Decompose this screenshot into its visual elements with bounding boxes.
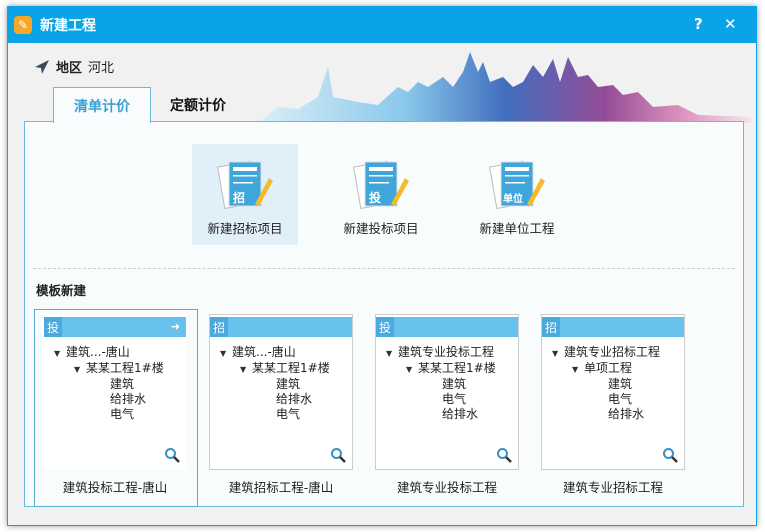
close-button[interactable]: ✕ bbox=[724, 15, 737, 33]
template-name: 建筑招标工程-唐山 bbox=[228, 480, 334, 495]
template-tree: ▼ 建筑专业投标工程 ▼ 某某工程1#楼 建筑 电气 给排水 bbox=[376, 337, 518, 422]
dialog-title: 新建工程 bbox=[40, 18, 96, 34]
collapse-icon[interactable]: ▼ bbox=[74, 362, 86, 377]
tree-node: 给排水 bbox=[276, 392, 313, 406]
help-button[interactable]: ? bbox=[694, 15, 703, 33]
template-tree: ▼ 建筑...-唐山 ▼ 某某工程1#楼 建筑 给排水 电气 bbox=[210, 337, 352, 422]
pin-icon[interactable]: ➜ bbox=[171, 320, 180, 333]
title-bar: ✎ 新建工程 bbox=[8, 7, 756, 43]
tree-node: 单项工程 bbox=[584, 361, 633, 375]
template-card[interactable]: 招 ▼ 建筑专业招标工程 ▼ 单项工程 建筑 电气 给排水 bbox=[541, 314, 685, 470]
template-header: 投 bbox=[376, 317, 518, 337]
tree-node: 建筑专业招标工程 bbox=[564, 345, 661, 359]
template-tag: 投 bbox=[376, 317, 394, 337]
collapse-icon[interactable]: ▼ bbox=[220, 346, 232, 361]
preview-magnifier-icon[interactable] bbox=[330, 447, 346, 463]
tender-document-icon: 招 bbox=[217, 160, 273, 210]
preview-magnifier-icon[interactable] bbox=[662, 447, 678, 463]
tree-node: 建筑 bbox=[276, 377, 301, 391]
new-bid-project-button[interactable]: 投 新建投标项目 bbox=[328, 144, 434, 245]
template-tree: ▼ 建筑专业招标工程 ▼ 单项工程 建筑 电气 给排水 bbox=[542, 337, 684, 422]
template-header: 投 ➜ bbox=[44, 317, 186, 337]
svg-text:投: 投 bbox=[369, 190, 381, 205]
template-tag: 投 bbox=[44, 317, 62, 337]
template-header: 招 bbox=[210, 317, 352, 337]
template-name: 建筑专业招标工程 bbox=[562, 480, 663, 495]
new-tender-project-label: 新建招标项目 bbox=[207, 221, 283, 236]
template-section-title: 模板新建 bbox=[36, 283, 87, 298]
preview-magnifier-icon[interactable] bbox=[164, 447, 180, 463]
collapse-icon[interactable]: ▼ bbox=[240, 362, 252, 377]
collapse-icon[interactable]: ▼ bbox=[406, 362, 418, 377]
tree-node: 建筑 bbox=[110, 377, 135, 391]
app-logo-icon: ✎ bbox=[14, 16, 32, 34]
svg-text:单位: 单位 bbox=[503, 192, 523, 205]
collapse-icon[interactable]: ▼ bbox=[54, 346, 66, 361]
tree-node: 建筑 bbox=[608, 377, 633, 391]
new-project-dialog: ✎ 新建工程 ? ✕ 地区 河北 清单计价 定额计价 招 新建招标项目 投 新建… bbox=[7, 6, 757, 526]
tree-node: 建筑...-唐山 bbox=[232, 345, 296, 359]
template-card[interactable]: 招 ▼ 建筑...-唐山 ▼ 某某工程1#楼 建筑 给排水 电气 bbox=[209, 314, 353, 470]
template-name: 建筑专业投标工程 bbox=[396, 480, 497, 495]
unit-document-icon: 单位 bbox=[489, 160, 545, 210]
tree-node: 某某工程1#楼 bbox=[252, 361, 330, 375]
template-name: 建筑投标工程-唐山 bbox=[62, 480, 168, 495]
tree-node: 建筑...-唐山 bbox=[66, 345, 130, 359]
collapse-icon[interactable]: ▼ bbox=[386, 346, 398, 361]
tree-node: 电气 bbox=[442, 392, 467, 406]
region-label: 地区 bbox=[56, 61, 83, 76]
region-selector[interactable]: 地区 河北 bbox=[34, 57, 114, 76]
bid-document-icon: 投 bbox=[353, 160, 409, 210]
tree-node: 给排水 bbox=[110, 392, 147, 406]
tree-node: 电气 bbox=[276, 407, 301, 421]
svg-text:招: 招 bbox=[233, 190, 245, 205]
tree-node: 给排水 bbox=[442, 407, 479, 421]
tree-node: 电气 bbox=[110, 407, 135, 421]
tree-node: 电气 bbox=[608, 392, 633, 406]
tree-node: 建筑专业投标工程 bbox=[398, 345, 495, 359]
tab-bill-pricing[interactable]: 清单计价 bbox=[53, 87, 151, 123]
new-tender-project-button[interactable]: 招 新建招标项目 bbox=[192, 144, 298, 245]
divider bbox=[33, 268, 735, 269]
new-unit-project-button[interactable]: 单位 新建单位工程 bbox=[464, 144, 570, 245]
template-header: 招 bbox=[542, 317, 684, 337]
new-unit-project-label: 新建单位工程 bbox=[479, 221, 555, 236]
collapse-icon[interactable]: ▼ bbox=[572, 362, 584, 377]
tree-node: 建筑 bbox=[442, 377, 467, 391]
template-card[interactable]: 投 ➜ ▼ 建筑...-唐山 ▼ 某某工程1#楼 建筑 给排水 电气 bbox=[43, 314, 187, 470]
tree-node: 某某工程1#楼 bbox=[86, 361, 164, 375]
template-card[interactable]: 投 ▼ 建筑专业投标工程 ▼ 某某工程1#楼 建筑 电气 给排水 bbox=[375, 314, 519, 470]
collapse-icon[interactable]: ▼ bbox=[552, 346, 564, 361]
city-skyline-banner bbox=[258, 52, 753, 123]
preview-magnifier-icon[interactable] bbox=[496, 447, 512, 463]
tab-quota-pricing[interactable]: 定额计价 bbox=[158, 87, 238, 122]
template-tree: ▼ 建筑...-唐山 ▼ 某某工程1#楼 建筑 给排水 电气 bbox=[44, 337, 186, 422]
region-value: 河北 bbox=[88, 61, 115, 76]
template-tag: 招 bbox=[210, 317, 228, 337]
location-arrow-icon bbox=[35, 59, 49, 74]
new-bid-project-label: 新建投标项目 bbox=[343, 221, 419, 236]
tree-node: 某某工程1#楼 bbox=[418, 361, 496, 375]
template-tag: 招 bbox=[542, 317, 560, 337]
tree-node: 给排水 bbox=[608, 407, 645, 421]
content-panel: 招 新建招标项目 投 新建投标项目 单位 新建单位工程 模板新建 投 ➜ ▼ 建筑.… bbox=[24, 121, 744, 507]
